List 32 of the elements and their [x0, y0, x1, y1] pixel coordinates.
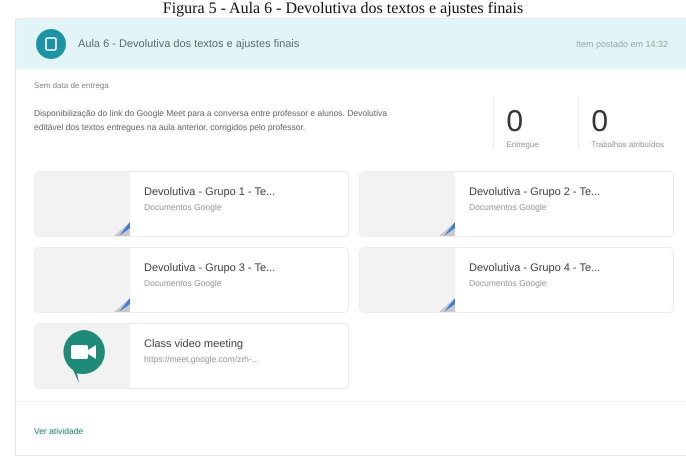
- attachment-title: Devolutiva - Grupo 3 - Te...: [144, 262, 276, 274]
- attachment-title: Class video meeting: [144, 338, 244, 350]
- doc-corner-icon: [114, 222, 130, 236]
- attachment-title: Devolutiva - Grupo 2 - Te...: [469, 186, 600, 198]
- due-date: Sem data de entrega: [34, 81, 110, 90]
- figure-caption: Figura 5 - Aula 6 - Devolutiva dos textos e ajustes finais: [162, 0, 524, 18]
- stat-panel[interactable]: 0 Entregue: [493, 96, 578, 149]
- posted-time: Item postado em 14:32: [576, 39, 668, 49]
- attachment-subtitle: https://meet.google.com/zrh-...: [144, 354, 259, 364]
- attachment-title: Devolutiva - Grupo 4 - Te...: [469, 262, 600, 274]
- attachment-card[interactable]: Class video meeting https://meet.google.com/zrh-...: [34, 323, 349, 389]
- attachment-subtitle: Documentos Google: [469, 278, 548, 288]
- attachment-title: Devolutiva - Grupo 1 - Te...: [144, 186, 276, 198]
- attachment-subtitle: Documentos Google: [144, 202, 222, 212]
- attachment-card[interactable]: Devolutiva - Grupo 2 - Te... Documentos Google: [359, 171, 674, 237]
- stat-label: Trabalhos atribuídos: [591, 140, 664, 149]
- stat-count: 0: [591, 106, 610, 138]
- doc-corner-icon: [439, 222, 455, 236]
- stat-label: Entregue: [506, 140, 540, 149]
- assignment-title: Aula 6 - Devolutiva dos textos e ajustes finais: [78, 38, 300, 50]
- view-activity-link[interactable]: Ver atividade: [34, 426, 84, 436]
- attachment-card[interactable]: Devolutiva - Grupo 3 - Te... Documentos Google: [34, 247, 349, 313]
- doc-corner-icon: [114, 298, 130, 312]
- stat-panel[interactable]: 0 Trabalhos atribuídos: [578, 96, 676, 149]
- attachment-card[interactable]: Devolutiva - Grupo 4 - Te... Documentos Google: [359, 247, 674, 313]
- assignment-description: Disponibilização do link do Google Meet para a conversa entre professor e alunos. Devolutiva editável dos textos entregues na aula anterior, corrigidos pelo professor.: [34, 107, 388, 134]
- attachment-subtitle: Documentos Google: [469, 202, 548, 212]
- stat-count: 0: [506, 106, 524, 138]
- doc-corner-icon: [439, 298, 455, 312]
- assignment-icon: [36, 29, 66, 59]
- attachment-subtitle: Documentos Google: [144, 278, 222, 288]
- attachment-card[interactable]: Devolutiva - Grupo 1 - Te... Documentos Google: [34, 171, 349, 237]
